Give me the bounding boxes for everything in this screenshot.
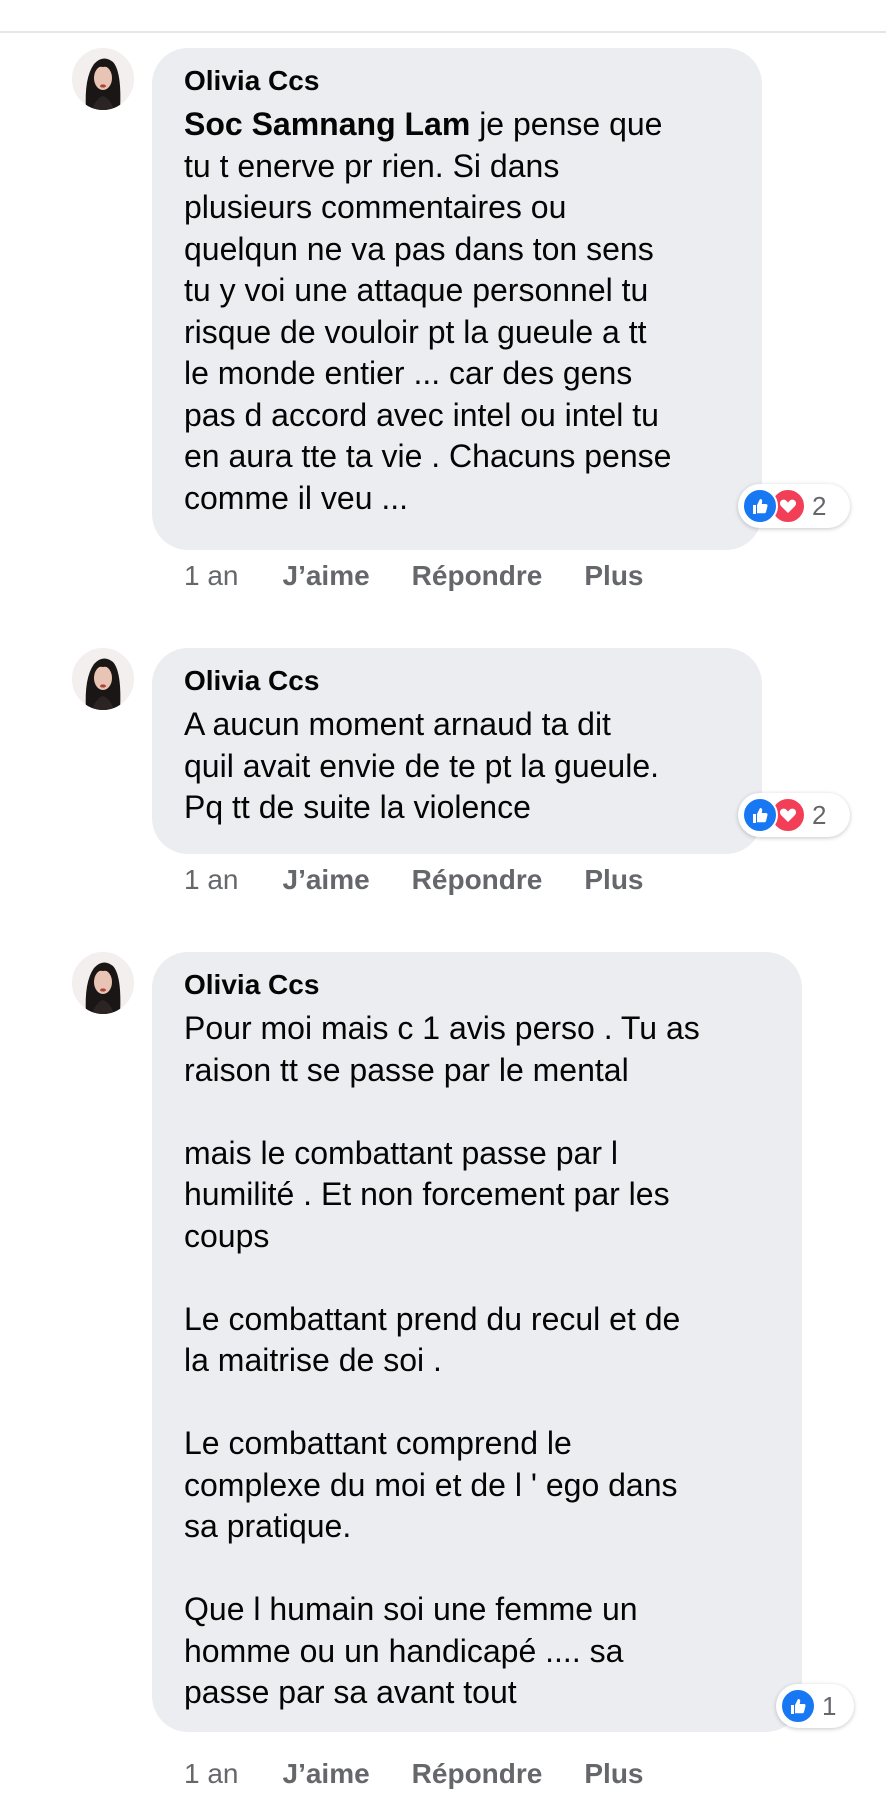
reaction-count: 2: [812, 799, 827, 830]
reply-button[interactable]: Répondre: [412, 560, 543, 592]
more-button[interactable]: Plus: [584, 560, 643, 592]
top-divider: [0, 31, 886, 33]
comment-author[interactable]: Olivia Ccs: [184, 664, 732, 698]
like-icon: [742, 488, 778, 524]
reaction-count: 2: [812, 490, 827, 521]
reaction-count: 1: [822, 1690, 837, 1721]
comment-actions: 1 an J’aime Répondre Plus: [184, 864, 686, 896]
comment-text: Soc Samnang Lam je pense que tu t enerve…: [184, 106, 672, 516]
mention-link[interactable]: Soc Samnang Lam: [184, 106, 470, 142]
more-button[interactable]: Plus: [584, 864, 643, 896]
reactions-badge[interactable]: 2: [738, 793, 850, 837]
reply-button[interactable]: Répondre: [412, 864, 543, 896]
reply-button[interactable]: Répondre: [412, 1758, 543, 1790]
reactions-badge[interactable]: 1: [776, 1684, 854, 1728]
avatar[interactable]: [72, 648, 134, 710]
like-button[interactable]: J’aime: [283, 864, 370, 896]
comment-actions: 1 an J’aime Répondre Plus: [184, 1758, 686, 1790]
like-button[interactable]: J’aime: [283, 1758, 370, 1790]
comment-timestamp[interactable]: 1 an: [184, 1758, 239, 1790]
like-button[interactable]: J’aime: [283, 560, 370, 592]
comment-timestamp[interactable]: 1 an: [184, 864, 239, 896]
more-button[interactable]: Plus: [584, 1758, 643, 1790]
like-icon: [742, 797, 778, 833]
comment-bubble: Olivia Ccs Soc Samnang Lam je pense que …: [152, 48, 762, 550]
comment-timestamp[interactable]: 1 an: [184, 560, 239, 592]
profile-photo-icon: [72, 648, 134, 710]
comment-bubble: Olivia Ccs A aucun moment arnaud ta dit …: [152, 648, 762, 854]
comment-bubble: Olivia Ccs Pour moi mais c 1 avis perso …: [152, 952, 802, 1732]
avatar[interactable]: [72, 48, 134, 110]
like-icon: [780, 1688, 816, 1724]
comment-text: Pour moi mais c 1 avis perso . Tu as rai…: [184, 1010, 700, 1710]
reactions-badge[interactable]: 2: [738, 484, 850, 528]
profile-photo-icon: [72, 48, 134, 110]
comment-author[interactable]: Olivia Ccs: [184, 64, 732, 98]
comment-actions: 1 an J’aime Répondre Plus: [184, 560, 686, 592]
profile-photo-icon: [72, 952, 134, 1014]
avatar[interactable]: [72, 952, 134, 1014]
comment-text: A aucun moment arnaud ta dit quil avait …: [184, 706, 659, 825]
comment-author[interactable]: Olivia Ccs: [184, 968, 772, 1002]
